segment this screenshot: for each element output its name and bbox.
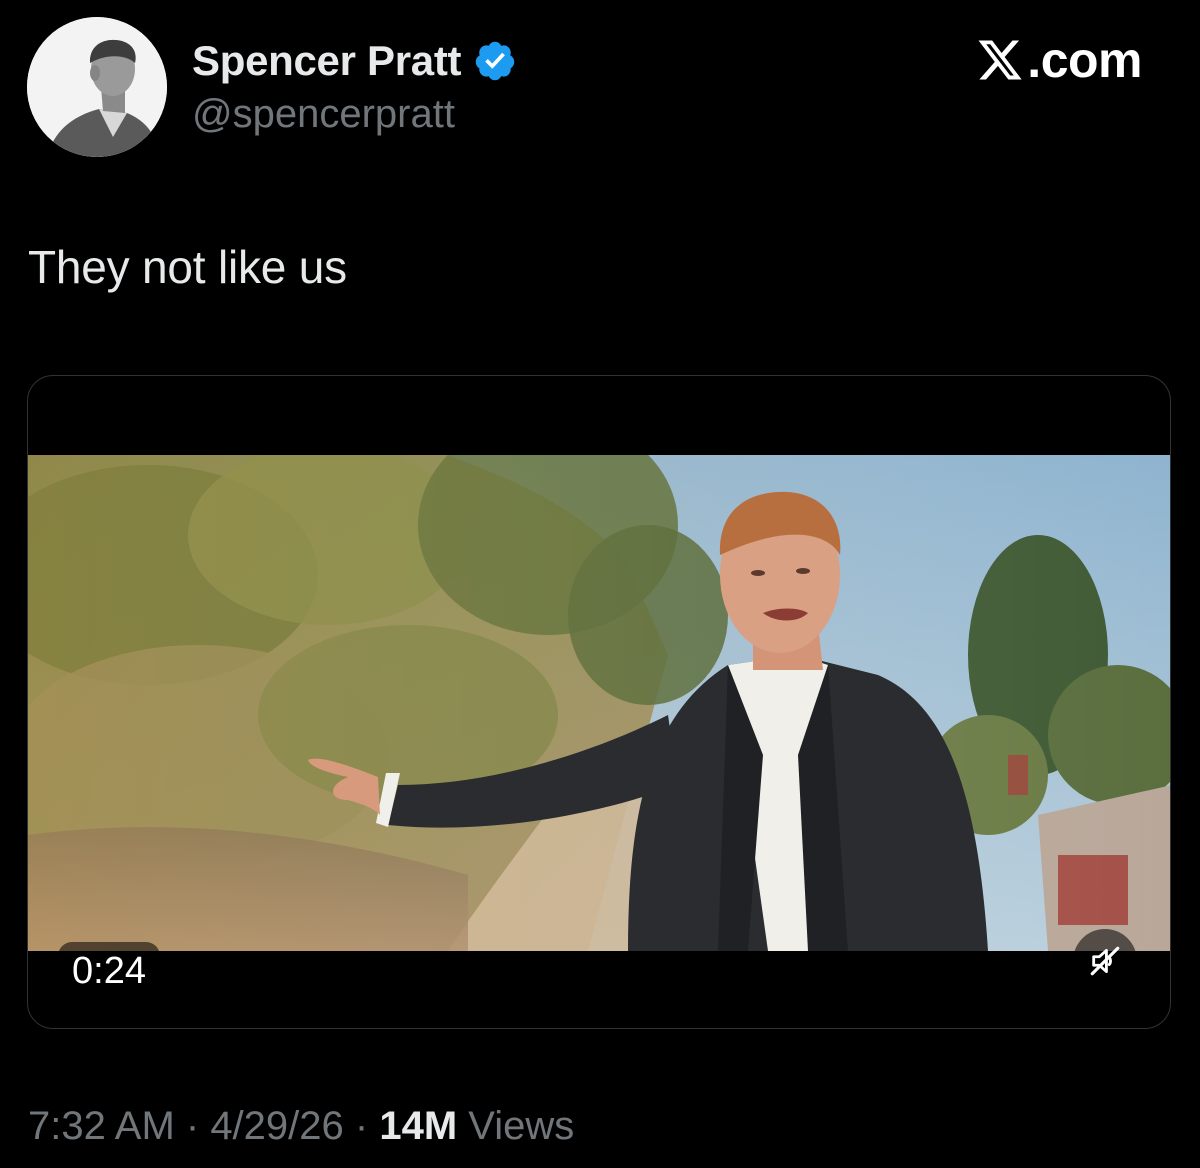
video-player[interactable]: 0:24 — [27, 375, 1171, 1029]
views-label[interactable]: Views — [457, 1104, 574, 1149]
mute-toggle-button[interactable] — [1073, 929, 1137, 993]
meta-separator: · — [174, 1104, 211, 1148]
video-duration-badge: 0:24 — [58, 942, 160, 1000]
tweet-time[interactable]: 7:32 AM — [28, 1104, 175, 1149]
brand-watermark: .com — [975, 30, 1142, 90]
avatar-image — [27, 17, 167, 157]
author-name-row[interactable]: Spencer Pratt — [192, 35, 517, 87]
views-count[interactable]: 14M — [379, 1104, 457, 1149]
tweet-meta: 7:32 AM · 4/29/26 · 14M Views — [28, 1104, 574, 1149]
brand-domain-text: .com — [1027, 32, 1142, 88]
video-frame[interactable] — [28, 455, 1170, 951]
author-display-name[interactable]: Spencer Pratt — [192, 37, 462, 85]
x-logo-icon — [978, 40, 1022, 80]
muted-speaker-icon — [1090, 946, 1120, 976]
tweet-text: They not like us — [28, 241, 347, 293]
meta-separator: · — [343, 1104, 380, 1148]
avatar[interactable] — [27, 17, 167, 157]
tweet-date[interactable]: 4/29/26 — [210, 1104, 343, 1149]
verified-badge-icon — [475, 41, 515, 81]
video-thumbnail — [28, 455, 1170, 951]
author-handle[interactable]: @spencerpratt — [192, 92, 455, 137]
